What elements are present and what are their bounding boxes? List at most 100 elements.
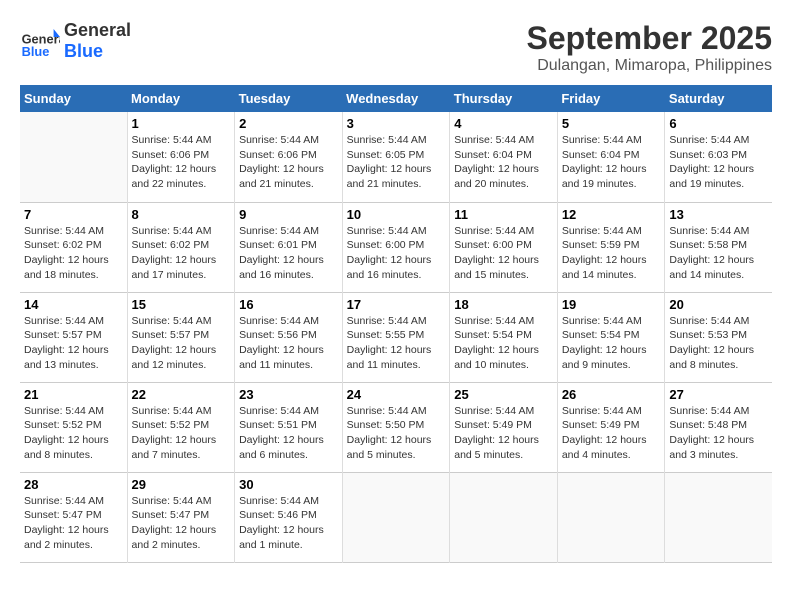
day-info: Sunrise: 5:44 AMSunset: 5:58 PMDaylight:… — [669, 224, 768, 283]
col-header-friday: Friday — [557, 85, 665, 112]
calendar-cell: 11 Sunrise: 5:44 AMSunset: 6:00 PMDayligh… — [450, 202, 558, 292]
col-header-monday: Monday — [127, 85, 235, 112]
day-number: 14 — [24, 297, 123, 312]
title-block: September 2025 Dulangan, Mimaropa, Phili… — [527, 20, 772, 75]
day-number: 22 — [132, 387, 231, 402]
day-number: 27 — [669, 387, 768, 402]
day-info: Sunrise: 5:44 AMSunset: 5:52 PMDaylight:… — [132, 404, 231, 463]
day-info: Sunrise: 5:44 AMSunset: 5:51 PMDaylight:… — [239, 404, 338, 463]
col-header-sunday: Sunday — [20, 85, 127, 112]
day-number: 3 — [347, 116, 446, 131]
calendar-cell: 21 Sunrise: 5:44 AMSunset: 5:52 PMDayligh… — [20, 382, 127, 472]
calendar-cell: 8 Sunrise: 5:44 AMSunset: 6:02 PMDaylight… — [127, 202, 235, 292]
week-row-2: 7 Sunrise: 5:44 AMSunset: 6:02 PMDaylight… — [20, 202, 772, 292]
day-number: 12 — [562, 207, 661, 222]
day-number: 19 — [562, 297, 661, 312]
day-info: Sunrise: 5:44 AMSunset: 5:48 PMDaylight:… — [669, 404, 768, 463]
col-header-tuesday: Tuesday — [235, 85, 343, 112]
day-number: 28 — [24, 477, 123, 492]
day-number: 16 — [239, 297, 338, 312]
day-info: Sunrise: 5:44 AMSunset: 5:49 PMDaylight:… — [454, 404, 553, 463]
day-info: Sunrise: 5:44 AMSunset: 5:47 PMDaylight:… — [132, 494, 231, 553]
day-info: Sunrise: 5:44 AMSunset: 6:04 PMDaylight:… — [454, 133, 553, 192]
day-number: 11 — [454, 207, 553, 222]
day-info: Sunrise: 5:44 AMSunset: 6:00 PMDaylight:… — [454, 224, 553, 283]
calendar-cell: 28 Sunrise: 5:44 AMSunset: 5:47 PMDayligh… — [20, 472, 127, 562]
logo: General Blue General Blue — [20, 20, 131, 62]
day-info: Sunrise: 5:44 AMSunset: 6:06 PMDaylight:… — [239, 133, 338, 192]
day-number: 2 — [239, 116, 338, 131]
calendar-subtitle: Dulangan, Mimaropa, Philippines — [527, 57, 772, 75]
day-info: Sunrise: 5:44 AMSunset: 5:57 PMDaylight:… — [24, 314, 123, 373]
calendar-cell: 1 Sunrise: 5:44 AMSunset: 6:06 PMDaylight… — [127, 112, 235, 202]
day-number: 8 — [132, 207, 231, 222]
calendar-cell: 3 Sunrise: 5:44 AMSunset: 6:05 PMDaylight… — [342, 112, 450, 202]
calendar-cell: 19 Sunrise: 5:44 AMSunset: 5:54 PMDayligh… — [557, 292, 665, 382]
week-row-3: 14 Sunrise: 5:44 AMSunset: 5:57 PMDayligh… — [20, 292, 772, 382]
calendar-cell: 17Sunrise: 5:44 AMSunset: 5:55 PMDayligh… — [342, 292, 450, 382]
calendar-title: September 2025 — [527, 20, 772, 57]
week-row-1: 1 Sunrise: 5:44 AMSunset: 6:06 PMDaylight… — [20, 112, 772, 202]
calendar-cell — [557, 472, 665, 562]
day-number: 6 — [669, 116, 768, 131]
day-info: Sunrise: 5:44 AMSunset: 5:56 PMDaylight:… — [239, 314, 338, 373]
col-header-saturday: Saturday — [665, 85, 772, 112]
calendar-cell — [342, 472, 450, 562]
day-info: Sunrise: 5:44 AMSunset: 6:06 PMDaylight:… — [132, 133, 231, 192]
calendar-cell: 2 Sunrise: 5:44 AMSunset: 6:06 PMDaylight… — [235, 112, 343, 202]
week-row-5: 28 Sunrise: 5:44 AMSunset: 5:47 PMDayligh… — [20, 472, 772, 562]
calendar-cell: 13 Sunrise: 5:44 AMSunset: 5:58 PMDayligh… — [665, 202, 772, 292]
logo-icon: General Blue — [20, 21, 60, 61]
svg-text:Blue: Blue — [22, 44, 50, 59]
day-number: 25 — [454, 387, 553, 402]
day-info: Sunrise: 5:44 AMSunset: 5:52 PMDaylight:… — [24, 404, 123, 463]
calendar-header-row: SundayMondayTuesdayWednesdayThursdayFrid… — [20, 85, 772, 112]
day-number: 1 — [132, 116, 231, 131]
calendar-cell: 26 Sunrise: 5:44 AMSunset: 5:49 PMDayligh… — [557, 382, 665, 472]
header: General Blue General Blue September 2025… — [20, 20, 772, 75]
calendar-cell: 22 Sunrise: 5:44 AMSunset: 5:52 PMDayligh… — [127, 382, 235, 472]
day-number: 29 — [132, 477, 231, 492]
calendar-cell — [665, 472, 772, 562]
calendar-cell: 24 Sunrise: 5:44 AMSunset: 5:50 PMDayligh… — [342, 382, 450, 472]
calendar-cell: 12 Sunrise: 5:44 AMSunset: 5:59 PMDayligh… — [557, 202, 665, 292]
calendar-cell: 4 Sunrise: 5:44 AMSunset: 6:04 PMDaylight… — [450, 112, 558, 202]
calendar-cell: 15Sunrise: 5:44 AMSunset: 5:57 PMDayligh… — [127, 292, 235, 382]
day-info: Sunrise: 5:44 AMSunset: 5:50 PMDaylight:… — [347, 404, 446, 463]
calendar-cell: 9 Sunrise: 5:44 AMSunset: 6:01 PMDaylight… — [235, 202, 343, 292]
day-number: 18 — [454, 297, 553, 312]
day-info: Sunrise: 5:44 AMSunset: 5:53 PMDaylight:… — [669, 314, 768, 373]
day-info: Sunrise: 5:44 AMSunset: 6:04 PMDaylight:… — [562, 133, 661, 192]
week-row-4: 21 Sunrise: 5:44 AMSunset: 5:52 PMDayligh… — [20, 382, 772, 472]
day-number: 10 — [347, 207, 446, 222]
day-number: 30 — [239, 477, 338, 492]
day-info: Sunrise: 5:44 AMSunset: 6:02 PMDaylight:… — [132, 224, 231, 283]
calendar-cell — [450, 472, 558, 562]
col-header-thursday: Thursday — [450, 85, 558, 112]
day-number: 23 — [239, 387, 338, 402]
day-info: Sunrise: 5:44 AMSunset: 5:47 PMDaylight:… — [24, 494, 123, 553]
day-number: 26 — [562, 387, 661, 402]
day-info: Sunrise: 5:44 AMSunset: 5:46 PMDaylight:… — [239, 494, 338, 553]
day-info: Sunrise: 5:44 AMSunset: 6:03 PMDaylight:… — [669, 133, 768, 192]
calendar-cell: 18Sunrise: 5:44 AMSunset: 5:54 PMDayligh… — [450, 292, 558, 382]
calendar-cell: 14 Sunrise: 5:44 AMSunset: 5:57 PMDayligh… — [20, 292, 127, 382]
calendar-cell: 10Sunrise: 5:44 AMSunset: 6:00 PMDayligh… — [342, 202, 450, 292]
calendar-cell — [20, 112, 127, 202]
logo-blue-text: Blue — [64, 41, 103, 61]
day-number: 7 — [24, 207, 123, 222]
day-info: Sunrise: 5:44 AMSunset: 6:05 PMDaylight:… — [347, 133, 446, 192]
calendar-cell: 23 Sunrise: 5:44 AMSunset: 5:51 PMDayligh… — [235, 382, 343, 472]
calendar-cell: 27 Sunrise: 5:44 AMSunset: 5:48 PMDayligh… — [665, 382, 772, 472]
day-number: 17 — [347, 297, 446, 312]
day-number: 21 — [24, 387, 123, 402]
day-info: Sunrise: 5:44 AMSunset: 5:54 PMDaylight:… — [562, 314, 661, 373]
day-info: Sunrise: 5:44 AMSunset: 6:01 PMDaylight:… — [239, 224, 338, 283]
day-info: Sunrise: 5:44 AMSunset: 5:49 PMDaylight:… — [562, 404, 661, 463]
day-number: 13 — [669, 207, 768, 222]
day-number: 5 — [562, 116, 661, 131]
day-number: 4 — [454, 116, 553, 131]
day-number: 24 — [347, 387, 446, 402]
day-number: 9 — [239, 207, 338, 222]
day-info: Sunrise: 5:44 AMSunset: 5:59 PMDaylight:… — [562, 224, 661, 283]
